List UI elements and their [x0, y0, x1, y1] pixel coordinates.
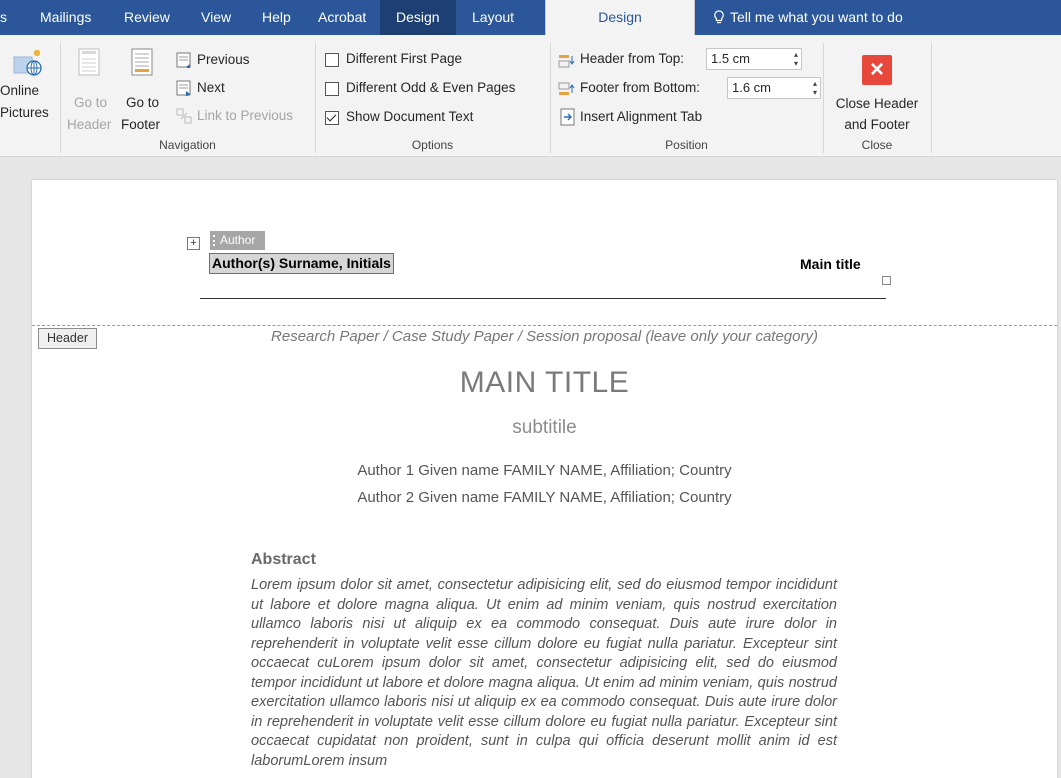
author-line-2[interactable]: Author 2 Given name FAMILY NAME, Affilia…	[32, 489, 1057, 506]
insert-alignment-tab-icon	[560, 108, 576, 129]
navigation-group-label: Navigation	[159, 138, 216, 152]
go-to-footer-label-2[interactable]: Footer	[121, 117, 160, 132]
spinner-arrows-icon[interactable]: ▴ ▾	[813, 79, 817, 97]
document-page[interactable]: + Author Author(s) Surname, Initials Mai…	[32, 180, 1057, 778]
abstract-heading[interactable]: Abstract	[251, 551, 316, 569]
next-button[interactable]: Next	[197, 80, 225, 95]
go-to-header-label-2[interactable]: Header	[67, 117, 111, 132]
insert-alignment-tab-button[interactable]: Insert Alignment Tab	[580, 109, 702, 124]
previous-button[interactable]: Previous	[197, 52, 250, 67]
group-separator	[823, 43, 824, 153]
position-group-label: Position	[665, 138, 708, 152]
spinner-arrows-icon[interactable]: ▴ ▾	[794, 50, 798, 68]
group-separator	[315, 43, 316, 153]
online-pictures-label-1[interactable]: Online	[0, 83, 39, 98]
online-pictures-icon	[12, 47, 42, 82]
link-to-previous-icon	[176, 108, 192, 127]
tab-help[interactable]: Help	[262, 0, 291, 35]
go-to-header-label-1[interactable]: Go to	[74, 95, 107, 110]
different-odd-even-checkbox[interactable]	[325, 82, 339, 96]
author-line-1[interactable]: Author 1 Given name FAMILY NAME, Affilia…	[32, 462, 1057, 479]
close-header-footer-label-2[interactable]: and Footer	[831, 117, 923, 132]
tab-design-document[interactable]: Design	[380, 0, 456, 35]
tab-file-partial[interactable]: s	[0, 0, 7, 35]
options-group-label: Options	[411, 138, 454, 152]
link-to-previous-button[interactable]: Link to Previous	[197, 108, 293, 123]
document-title[interactable]: MAIN TITLE	[32, 366, 1057, 400]
footer-from-bottom-spinner[interactable]: 1.6 cm ▴ ▾	[727, 77, 821, 99]
close-header-footer-label-1[interactable]: Close Header	[831, 96, 923, 111]
document-subtitle[interactable]: subtitile	[32, 417, 1057, 439]
group-separator	[550, 43, 551, 153]
tell-me-label: Tell me what you want to do	[730, 9, 903, 25]
go-to-footer-icon	[131, 48, 153, 79]
online-pictures-label-2[interactable]: Pictures	[0, 105, 49, 120]
paper-category[interactable]: Research Paper / Case Study Paper / Sess…	[32, 328, 1057, 345]
different-first-page-checkbox[interactable]	[325, 53, 339, 67]
go-to-footer-label-1[interactable]: Go to	[126, 95, 159, 110]
tell-me-search[interactable]: Tell me what you want to do	[712, 0, 903, 35]
header-from-top-value: 1.5 cm	[711, 51, 751, 66]
tab-view[interactable]: View	[201, 0, 231, 35]
header-from-top-spinner[interactable]: 1.5 cm ▴ ▾	[706, 48, 802, 70]
go-to-header-icon	[78, 48, 100, 79]
abstract-text[interactable]: Lorem ipsum dolor sit amet, consectetur …	[251, 576, 837, 771]
next-icon	[176, 80, 192, 99]
header-main-title[interactable]: Main title	[800, 256, 861, 272]
tab-acrobat[interactable]: Acrobat	[318, 0, 366, 35]
group-separator	[931, 43, 932, 153]
tab-review[interactable]: Review	[124, 0, 170, 35]
different-odd-even-label: Different Odd & Even Pages	[346, 80, 516, 95]
tab-layout[interactable]: Layout	[458, 0, 544, 35]
header-from-top-label: Header from Top:	[580, 51, 685, 66]
close-header-footer-icon[interactable]: ×	[862, 55, 892, 85]
close-group-label: Close	[861, 138, 893, 152]
show-document-text-checkbox[interactable]	[325, 111, 339, 125]
header-boundary	[32, 325, 1057, 326]
author-content-control-tag[interactable]: Author	[210, 231, 265, 250]
tab-mailings[interactable]: Mailings	[40, 0, 91, 35]
ribbon-tab-bar: s Mailings Review View Help Acrobat Desi…	[0, 0, 1061, 35]
footer-from-bottom-label: Footer from Bottom:	[580, 80, 701, 95]
header-from-top-icon	[558, 53, 576, 72]
different-first-page-label: Different First Page	[346, 51, 463, 66]
footer-from-bottom-value: 1.6 cm	[732, 80, 772, 95]
ribbon-body: Online Pictures Go to Header Go to Foote…	[0, 35, 1061, 157]
move-handle-icon[interactable]: +	[187, 237, 200, 250]
author-content-control[interactable]: Author(s) Surname, Initials	[209, 253, 394, 274]
show-document-text-label: Show Document Text	[346, 109, 474, 124]
paragraph-mark-icon	[882, 276, 891, 285]
group-separator	[60, 43, 61, 153]
previous-icon	[176, 52, 192, 71]
tab-design-header-footer[interactable]: Design	[545, 0, 695, 35]
header-rule	[200, 298, 886, 299]
lightbulb-icon	[714, 10, 724, 24]
footer-from-bottom-icon	[558, 81, 576, 100]
